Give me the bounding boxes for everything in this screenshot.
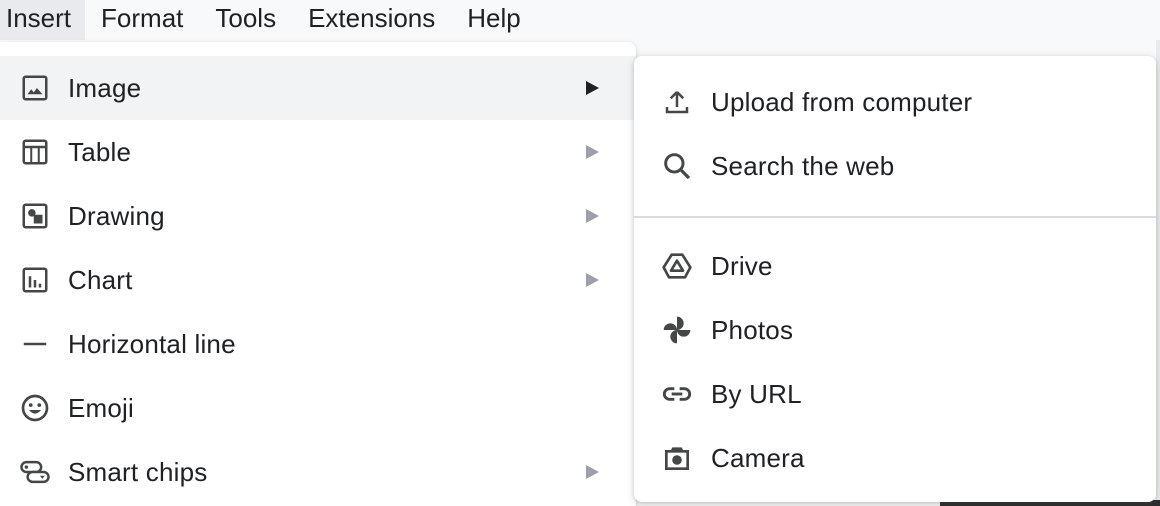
photos-icon [660,313,694,347]
menu-item-label: Chart [68,264,133,295]
submenu-arrow-icon [586,209,599,223]
menu-item-smart-chips[interactable]: Smart chips [0,440,636,504]
menu-item-chart[interactable]: Chart [0,248,636,312]
menubar-extensions[interactable]: Extensions [292,0,451,40]
submenu-item-label: Photos [711,314,794,345]
search-icon [660,149,694,183]
menu-bar: Insert Format Tools Extensions Help [0,0,1160,40]
menu-item-image[interactable]: Image [0,56,636,120]
menu-item-label: Drawing [68,200,165,231]
submenu-arrow-icon [586,81,599,95]
menu-item-label: Emoji [68,392,135,423]
submenu-divider [634,216,1156,218]
submenu-item-label: Upload from computer [711,86,973,117]
emoji-icon [19,392,51,424]
document-background [1156,40,1160,506]
menu-item-horizontal-line[interactable]: Horizontal line [0,312,636,376]
menubar-tools[interactable]: Tools [199,0,292,40]
submenu-item-by-url[interactable]: By URL [634,362,1156,426]
submenu-item-label: By URL [711,378,802,409]
link-icon [660,377,694,411]
table-icon [19,136,51,168]
menubar-help[interactable]: Help [451,0,536,40]
menu-item-table[interactable]: Table [0,120,636,184]
image-icon [19,72,51,104]
menubar-format[interactable]: Format [85,0,199,40]
menubar-insert[interactable]: Insert [0,0,86,40]
menu-item-label: Horizontal line [68,328,236,359]
image-submenu: Upload from computer Search the web Driv… [634,56,1156,502]
horizontal-line-icon [19,328,51,360]
menu-item-label: Table [68,136,132,167]
submenu-item-search-the-web[interactable]: Search the web [634,134,1156,198]
menu-item-drawing[interactable]: Drawing [0,184,636,248]
submenu-item-label: Drive [711,250,773,281]
insert-menu: Image Table Drawing Chart Horizontal lin… [0,42,636,506]
submenu-item-upload-from-computer[interactable]: Upload from computer [634,70,1156,134]
submenu-item-label: Search the web [711,150,895,181]
menu-item-label: Smart chips [68,456,208,487]
submenu-item-drive[interactable]: Drive [634,234,1156,298]
menu-item-emoji[interactable]: Emoji [0,376,636,440]
drive-icon [660,249,694,283]
drawing-icon [19,200,51,232]
camera-icon [660,441,694,475]
submenu-item-photos[interactable]: Photos [634,298,1156,362]
submenu-item-label: Camera [711,442,805,473]
submenu-arrow-icon [586,145,599,159]
chart-icon [19,264,51,296]
submenu-item-camera[interactable]: Camera [634,426,1156,490]
smart-chips-icon [19,456,51,488]
menu-item-label: Image [68,72,142,103]
submenu-arrow-icon [586,273,599,287]
submenu-arrow-icon [586,465,599,479]
upload-icon [660,85,694,119]
